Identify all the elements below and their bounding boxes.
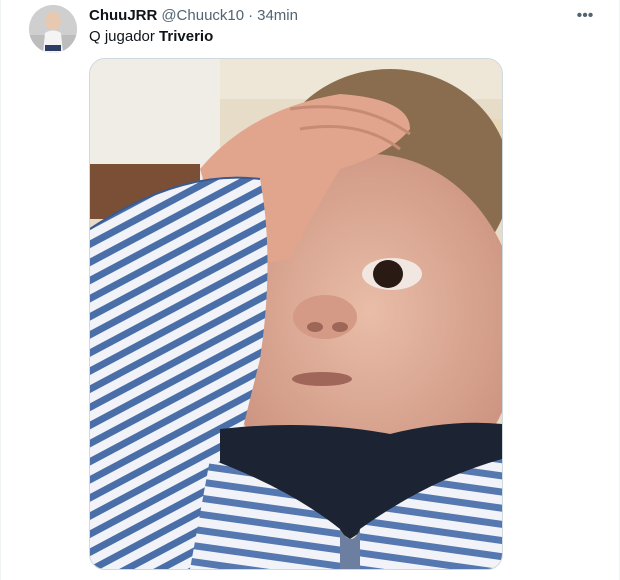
more-horizontal-icon: ••• — [576, 7, 594, 24]
timestamp[interactable]: 34min — [257, 6, 298, 26]
tweet-photo[interactable] — [89, 58, 503, 570]
tweet-text: Q jugador Triverio — [89, 27, 213, 47]
tweet-header: ChuuJRR @Chuuck10 · 34min — [89, 6, 298, 26]
display-name[interactable]: ChuuJRR — [89, 6, 157, 26]
user-handle[interactable]: @Chuuck10 — [161, 6, 244, 26]
more-options-button[interactable]: ••• — [571, 4, 599, 28]
tweet-text-bold[interactable]: Triverio — [159, 28, 213, 45]
avatar[interactable] — [29, 5, 77, 53]
tweet-text-prefix: Q jugador — [89, 28, 160, 45]
separator-dot: · — [248, 7, 254, 24]
tweet-card[interactable]: ChuuJRR @Chuuck10 · 34min ••• Q jugador … — [0, 0, 620, 580]
